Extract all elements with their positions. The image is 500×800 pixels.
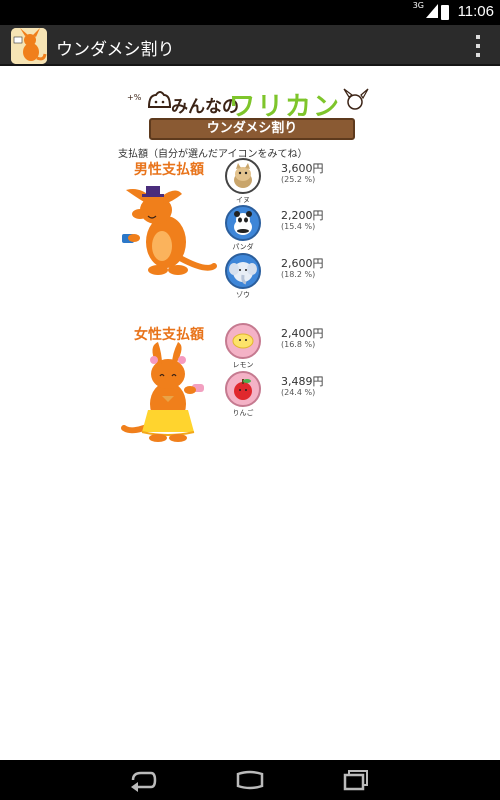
panda-icon[interactable] — [225, 205, 261, 241]
back-icon[interactable] — [127, 768, 157, 792]
elephant-icon[interactable] — [225, 253, 261, 289]
overflow-menu-icon[interactable] — [475, 35, 481, 57]
panda-caption: パンダ — [232, 243, 254, 251]
apple-amount: 3,489円 — [281, 375, 324, 388]
female-item-lemon[interactable]: レモン 2,400円 (16.8 %) — [225, 323, 375, 371]
female-kangaroo-icon — [121, 342, 204, 442]
home-icon[interactable] — [234, 768, 264, 792]
network-label: 3G — [412, 1, 424, 10]
apple-icon[interactable] — [225, 371, 261, 407]
lemon-amount: 2,400円 — [281, 327, 324, 340]
app-icon[interactable] — [11, 28, 47, 64]
apple-caption: りんご — [232, 409, 254, 417]
male-heading: 男性支払額 — [134, 162, 204, 178]
female-item-apple[interactable]: りんご 3,489円 (24.4 %) — [225, 371, 375, 419]
title-banner: ウンダメシ割り — [149, 118, 355, 140]
male-item-panda[interactable]: パンダ 2,200円 (15.4 %) — [225, 205, 375, 253]
dog-amount: 3,600円 — [281, 162, 324, 175]
app-title: ウンダメシ割り — [56, 40, 175, 60]
dog-caption: イヌ — [236, 196, 250, 204]
action-bar: ウンダメシ割り — [0, 25, 500, 66]
battery-icon — [441, 5, 449, 20]
recent-apps-icon[interactable] — [341, 768, 371, 792]
male-kangaroo-icon — [122, 186, 217, 275]
signal-icon — [426, 4, 438, 18]
panda-percent: (15.4 %) — [281, 222, 316, 231]
lemon-caption: レモン — [232, 361, 254, 369]
lemon-icon[interactable] — [225, 323, 261, 359]
dog-icon[interactable] — [225, 158, 261, 194]
lemon-percent: (16.8 %) — [281, 340, 316, 349]
content: +% みんなの ワリカン ウンダメシ割り 支払額（自分が選んだアイコンをみてね）… — [0, 68, 500, 760]
male-item-dog[interactable]: イヌ 3,600円 (25.2 %) — [225, 158, 375, 206]
panda-amount: 2,200円 — [281, 209, 324, 222]
logo: +% みんなの ワリカン ウンダメシ割り — [125, 80, 375, 152]
elephant-caption: ゾウ — [236, 291, 250, 299]
svg-text:+%: +% — [127, 93, 142, 102]
dog-percent: (25.2 %) — [281, 175, 316, 184]
male-item-elephant[interactable]: ゾウ 2,600円 (18.2 %) — [225, 253, 375, 301]
navigation-bar — [0, 760, 500, 800]
elephant-percent: (18.2 %) — [281, 270, 316, 279]
status-bar: 3G 11:06 — [0, 0, 500, 25]
elephant-amount: 2,600円 — [281, 257, 324, 270]
apple-percent: (24.4 %) — [281, 388, 316, 397]
clock: 11:06 — [457, 3, 494, 20]
